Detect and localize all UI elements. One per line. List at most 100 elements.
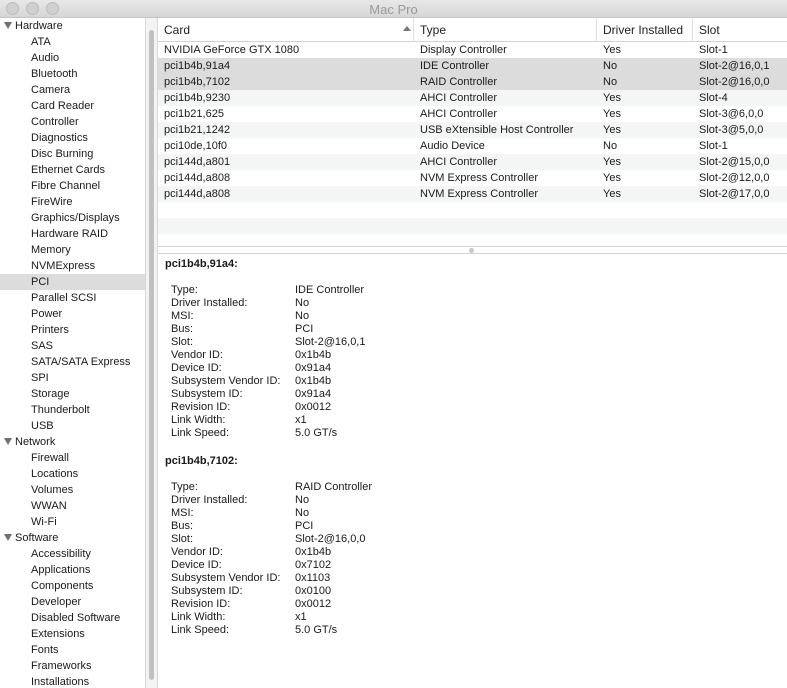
disclosure-triangle-icon[interactable] xyxy=(4,22,12,29)
table-row[interactable]: pci1b21,1242 USB eXtensible Host Controll… xyxy=(158,122,787,138)
cell-slot: Slot-1 xyxy=(699,140,728,152)
sidebar-item-audio[interactable]: Audio xyxy=(0,50,145,66)
sidebar-item-power[interactable]: Power xyxy=(0,306,145,322)
sidebar-item-parallel-scsi[interactable]: Parallel SCSI xyxy=(0,290,145,306)
sidebar-item-extensions[interactable]: Extensions xyxy=(0,626,145,642)
sidebar-item-spi[interactable]: SPI xyxy=(0,370,145,386)
sidebar-item-developer[interactable]: Developer xyxy=(0,594,145,610)
table-row[interactable]: pci1b4b,9230 AHCI Controller Yes Slot-4 xyxy=(158,90,787,106)
cell-driver-installed: Yes xyxy=(603,92,621,104)
sidebar-item-applications[interactable]: Applications xyxy=(0,562,145,578)
property-label: Subsystem ID: xyxy=(171,388,243,400)
property-value: No xyxy=(295,310,310,322)
sidebar-group-label: Network xyxy=(15,436,56,448)
property-value: x1 xyxy=(295,611,307,623)
cell-slot: Slot-3@5,0,0 xyxy=(699,124,764,136)
sidebar-item-sas[interactable]: SAS xyxy=(0,338,145,354)
cell-driver-installed: Yes xyxy=(603,156,621,168)
sidebar-group-hardware[interactable]: Hardware xyxy=(0,18,145,34)
sidebar-item-usb[interactable]: USB xyxy=(0,418,145,434)
table-row[interactable]: pci144d,a808 NVM Express Controller Yes Slo… xyxy=(158,170,787,186)
sidebar-item-fonts[interactable]: Fonts xyxy=(0,642,145,658)
property-value: 0x1b4b xyxy=(295,349,332,361)
sidebar-item-storage[interactable]: Storage xyxy=(0,386,145,402)
cell-driver-installed: Yes xyxy=(603,172,621,184)
cell-driver-installed: No xyxy=(603,140,618,152)
sidebar-item-firewire[interactable]: FireWire xyxy=(0,194,145,210)
table-row[interactable]: pci1b4b,91a4 IDE Controller No Slot-2@16,0,… xyxy=(158,58,787,74)
cell-card: NVIDIA GeForce GTX 1080 xyxy=(164,44,300,56)
cell-slot: Slot-2@12,0,0 xyxy=(699,172,770,184)
property-value: No xyxy=(295,297,310,309)
table-row[interactable]: pci144d,a801 AHCI Controller Yes Slot-2@15,… xyxy=(158,154,787,170)
sidebar-item-sata-sata-express[interactable]: SATA/SATA Express xyxy=(0,354,145,370)
property-value: 0x1b4b xyxy=(295,375,332,387)
sidebar-item-printers[interactable]: Printers xyxy=(0,322,145,338)
table-row[interactable]: NVIDIA GeForce GTX 1080 Display Controlle… xyxy=(158,42,787,58)
table-row[interactable]: pci1b21,625 AHCI Controller Yes Slot-3@6,0,… xyxy=(158,106,787,122)
window-title: Mac Pro xyxy=(369,2,418,17)
sidebar-item-wi-fi[interactable]: Wi-Fi xyxy=(0,514,145,530)
sidebar-item-bluetooth[interactable]: Bluetooth xyxy=(0,66,145,82)
cell-slot: Slot-2@16,0,1 xyxy=(699,60,770,72)
disclosure-triangle-icon[interactable] xyxy=(4,534,12,541)
cell-card: pci144d,a808 xyxy=(164,172,231,184)
sidebar-item-frameworks[interactable]: Frameworks xyxy=(0,658,145,674)
sidebar-scrollbar[interactable] xyxy=(146,18,158,688)
sidebar-item-volumes[interactable]: Volumes xyxy=(0,482,145,498)
sidebar-item-ethernet-cards[interactable]: Ethernet Cards xyxy=(0,162,145,178)
sidebar-group-label: Hardware xyxy=(15,20,63,32)
property-value: Slot-2@16,0,0 xyxy=(295,533,366,545)
sidebar-group-network[interactable]: Network xyxy=(0,434,145,450)
cell-type: IDE Controller xyxy=(420,60,490,72)
property-label: Vendor ID: xyxy=(171,546,223,558)
sidebar-item-card-reader[interactable]: Card Reader xyxy=(0,98,145,114)
sidebar-item-camera[interactable]: Camera xyxy=(0,82,145,98)
sidebar-item-ata[interactable]: ATA xyxy=(0,34,145,50)
pane-splitter[interactable] xyxy=(158,246,787,254)
sidebar-item-disabled-software[interactable]: Disabled Software xyxy=(0,610,145,626)
cell-type: USB eXtensible Host Controller xyxy=(420,124,574,136)
column-header-driver-installed[interactable]: Driver Installed xyxy=(597,18,693,42)
table-header: Card Type Driver Installed Slot xyxy=(158,18,787,42)
table-row[interactable]: pci144d,a808 NVM Express Controller Yes Slo… xyxy=(158,186,787,202)
sidebar-item-thunderbolt[interactable]: Thunderbolt xyxy=(0,402,145,418)
property-value: IDE Controller xyxy=(295,284,365,296)
property-value: 0x1b4b xyxy=(295,546,332,558)
sidebar-item-locations[interactable]: Locations xyxy=(0,466,145,482)
property-label: Link Speed: xyxy=(171,624,230,636)
sidebar-item-memory[interactable]: Memory xyxy=(0,242,145,258)
table-body: NVIDIA GeForce GTX 1080 Display Controlle… xyxy=(158,42,787,234)
property-label: Subsystem ID: xyxy=(171,585,243,597)
column-header-card[interactable]: Card xyxy=(158,18,414,42)
table-row[interactable]: pci1b4b,7102 RAID Controller No Slot-2@16,0… xyxy=(158,74,787,90)
sidebar-scrollbar-thumb[interactable] xyxy=(149,30,154,680)
cell-type: AHCI Controller xyxy=(420,156,498,168)
property-value: No xyxy=(295,507,310,519)
cell-type: AHCI Controller xyxy=(420,108,498,120)
sidebar-item-pci[interactable]: PCI xyxy=(0,274,145,290)
cell-type: NVM Express Controller xyxy=(420,188,538,200)
sidebar-item-diagnostics[interactable]: Diagnostics xyxy=(0,130,145,146)
cell-slot: Slot-1 xyxy=(699,44,728,56)
sidebar-item-nvmexpress[interactable]: NVMExpress xyxy=(0,258,145,274)
sidebar-item-installations[interactable]: Installations xyxy=(0,674,145,688)
disclosure-triangle-icon[interactable] xyxy=(4,438,12,445)
sidebar-item-accessibility[interactable]: Accessibility xyxy=(0,546,145,562)
sidebar-item-graphics-displays[interactable]: Graphics/Displays xyxy=(0,210,145,226)
sidebar-item-controller[interactable]: Controller xyxy=(0,114,145,130)
sidebar-item-fibre-channel[interactable]: Fibre Channel xyxy=(0,178,145,194)
sidebar-item-hardware-raid[interactable]: Hardware RAID xyxy=(0,226,145,242)
property-label: Driver Installed: xyxy=(171,494,248,506)
cell-slot: Slot-2@15,0,0 xyxy=(699,156,770,168)
column-header-type[interactable]: Type xyxy=(414,18,597,42)
sidebar-item-components[interactable]: Components xyxy=(0,578,145,594)
sidebar-item-firewall[interactable]: Firewall xyxy=(0,450,145,466)
column-header-slot[interactable]: Slot xyxy=(693,18,787,42)
sidebar-item-disc-burning[interactable]: Disc Burning xyxy=(0,146,145,162)
property-label: Link Width: xyxy=(171,414,226,426)
sidebar-item-wwan[interactable]: WWAN xyxy=(0,498,145,514)
sidebar-group-software[interactable]: Software xyxy=(0,530,145,546)
splitter-handle-icon[interactable] xyxy=(469,248,474,253)
table-row[interactable]: pci10de,10f0 Audio Device No Slot-1 xyxy=(158,138,787,154)
